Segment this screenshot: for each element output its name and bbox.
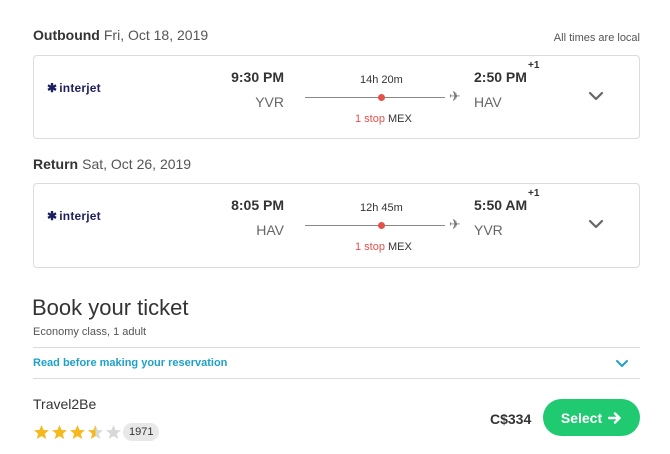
outbound-date: Fri, Oct 18, 2019	[103, 27, 209, 43]
chevron-down-icon[interactable]	[588, 91, 604, 101]
stop-marker	[378, 222, 385, 229]
airline-logo: ✱ interjet	[47, 81, 101, 95]
star-icon	[106, 425, 121, 439]
outbound-flight-card[interactable]: ✱ interjet 9:30 PM YVR 14h 20m ✈ 1 stop ME…	[33, 55, 640, 139]
outbound-header: Outbound Fri, Oct 18, 2019	[33, 27, 208, 43]
flight-duration: 14h 20m	[360, 74, 403, 86]
route-line	[305, 97, 445, 98]
flight-duration: 12h 45m	[360, 202, 403, 214]
cabin-passengers: Economy class, 1 adult	[33, 326, 147, 338]
route-line	[305, 225, 445, 226]
star-icon	[52, 425, 67, 439]
divider	[33, 347, 640, 348]
provider-name: Travel2Be	[33, 396, 97, 412]
departure-time: 8:05 PM	[231, 197, 284, 213]
select-button-label: Select	[560, 409, 603, 426]
reservation-info-link[interactable]: Read before making your reservation	[33, 357, 227, 369]
chevron-down-icon[interactable]	[588, 219, 604, 229]
outbound-label: Outbound	[33, 27, 100, 43]
airline-star-icon: ✱	[47, 209, 58, 223]
departure-time: 9:30 PM	[231, 69, 284, 85]
stops-info: 1 stop MEX	[355, 113, 412, 125]
airline-logo: ✱ interjet	[47, 209, 101, 223]
departure-airport: HAV	[256, 222, 284, 238]
local-times-note: All times are local	[553, 32, 640, 44]
star-icon	[70, 425, 85, 439]
departure-airport: YVR	[255, 94, 284, 110]
select-button[interactable]: Select	[543, 399, 640, 436]
airline-name: interjet	[59, 209, 101, 223]
airline-name: interjet	[59, 81, 101, 95]
chevron-down-icon[interactable]	[615, 359, 629, 368]
star-icon	[34, 425, 49, 439]
stop-count: 1 stop	[355, 241, 385, 253]
day-offset: +1	[528, 60, 540, 71]
arrival-time: 2:50 PM	[474, 69, 527, 85]
plane-icon: ✈	[449, 88, 461, 104]
divider	[33, 378, 640, 379]
stop-airport: MEX	[387, 113, 412, 125]
star-icon	[88, 425, 103, 439]
return-date: Sat, Oct 26, 2019	[82, 156, 192, 172]
plane-icon: ✈	[449, 216, 461, 232]
arrow-right-icon	[608, 411, 621, 424]
arrival-time: 5:50 AM	[474, 197, 528, 213]
arrival-airport: YVR	[474, 222, 503, 238]
return-header: Return Sat, Oct 26, 2019	[33, 156, 191, 172]
stop-marker	[378, 94, 385, 101]
review-count-badge: 1971	[123, 423, 160, 441]
day-offset: +1	[528, 188, 540, 199]
book-title: Book your ticket	[32, 295, 189, 320]
airline-star-icon: ✱	[47, 81, 58, 95]
price: C$334	[490, 411, 532, 427]
stop-airport: MEX	[387, 241, 412, 253]
arrival-airport: HAV	[474, 94, 502, 110]
return-flight-card[interactable]: ✱ interjet 8:05 PM HAV 12h 45m ✈ 1 stop ME…	[33, 183, 640, 268]
rating-stars	[33, 424, 122, 441]
stop-count: 1 stop	[355, 113, 385, 125]
return-label: Return	[33, 156, 79, 172]
stops-info: 1 stop MEX	[355, 241, 412, 253]
